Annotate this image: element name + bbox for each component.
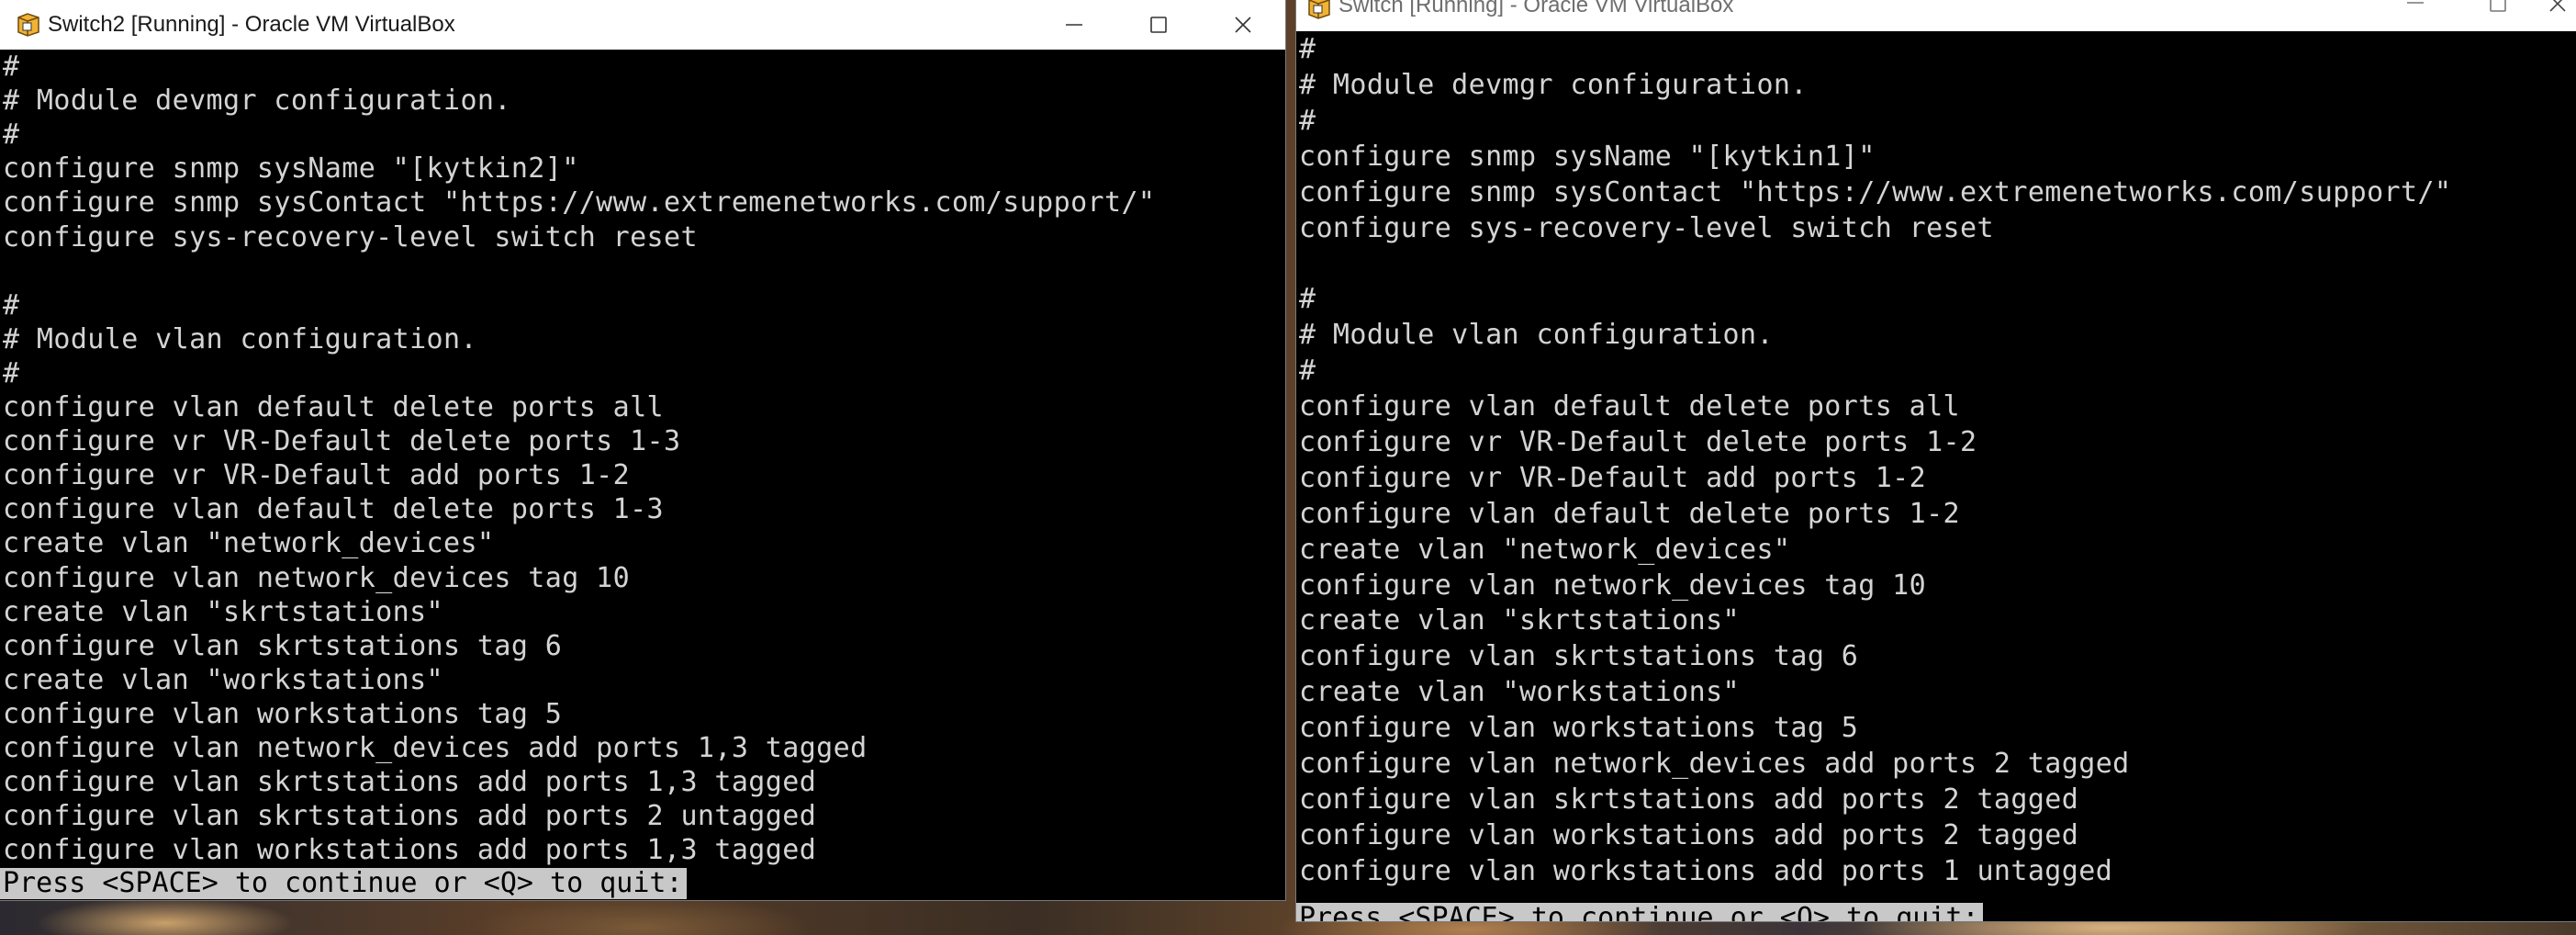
console-line: configure vlan workstations tag 5: [3, 697, 563, 730]
console-line: configure vlan workstations tag 5: [1299, 712, 1859, 745]
window-title: Switch2 [Running] - Oracle VM VirtualBox: [48, 12, 455, 37]
console-line: configure vr VR-Default add ports 1-2: [1299, 461, 1927, 494]
pager-prompt-text: Press <SPACE> to continue or <Q> to quit…: [3, 867, 683, 899]
minimize-icon: [2407, 2, 2424, 4]
console-line: configure vlan default delete ports all: [3, 391, 664, 423]
console-line: configure vlan default delete ports 1-2: [1299, 497, 1960, 530]
window-titlebar[interactable]: Switch [Running] - Oracle VM VirtualBox: [1296, 0, 2576, 31]
console-line: #: [3, 356, 20, 389]
window-controls: [2374, 0, 2576, 31]
window-controls: [1032, 0, 1285, 50]
console-line: configure snmp sysName "[kytkin2]": [3, 152, 579, 186]
virtualbox-icon: [1305, 0, 1333, 20]
console-line: #: [1299, 283, 1316, 316]
vm-window-switch[interactable]: Switch [Running] - Oracle VM VirtualBox …: [1296, 0, 2576, 921]
console-line: #: [3, 51, 20, 83]
vm-window-switch2[interactable]: Switch2 [Running] - Oracle VM VirtualBox…: [0, 0, 1285, 900]
console-line: create vlan "network_devices": [1299, 533, 1791, 566]
console-line: configure vr VR-Default delete ports 1-2: [1299, 425, 1977, 458]
console-line: configure vlan network_devices tag 10: [1299, 569, 1927, 602]
console-line: configure vlan workstations add ports 1 …: [1299, 854, 2113, 887]
vm-console-screen[interactable]: # # Module devmgr configuration. # configur…: [0, 50, 1285, 900]
pager-prompt-text: Press <SPACE> to continue or <Q> to quit…: [1299, 902, 1979, 922]
console-line: configure vr VR-Default add ports 1-2: [3, 459, 631, 492]
console-line: #: [3, 288, 20, 321]
console-line: create vlan "workstations": [3, 663, 443, 696]
console-line: #: [1299, 355, 1316, 388]
console-line: configure sys-recovery-level switch rese…: [1299, 211, 1994, 244]
console-line: #: [1299, 104, 1316, 137]
close-icon: [2549, 0, 2566, 12]
console-line: create vlan "workstations": [1299, 676, 1740, 709]
console-line: configure vlan network_devices add ports…: [3, 732, 868, 764]
virtualbox-icon: [15, 12, 42, 38]
console-line: configure vlan network_devices add ports…: [1299, 748, 2130, 780]
maximize-button[interactable]: [1116, 0, 1201, 50]
console-line: configure vlan skrtstations add ports 2 …: [1299, 783, 2079, 816]
minimize-icon: [1066, 24, 1082, 26]
console-line: #: [1299, 33, 1316, 65]
console-line: create vlan "skrtstations": [3, 595, 443, 628]
console-line: configure vlan skrtstations tag 6: [1299, 640, 1859, 673]
console-line: configure snmp sysContact "https://www.e…: [3, 186, 1156, 220]
console-line: configure snmp sysName "[kytkin1]": [1299, 140, 1876, 173]
window-title: Switch [Running] - Oracle VM VirtualBox: [1338, 0, 1734, 17]
minimize-button[interactable]: [2374, 0, 2457, 31]
close-icon: [1235, 17, 1251, 33]
console-line: configure sys-recovery-level switch rese…: [3, 220, 698, 253]
console-line: configure vlan network_devices tag 10: [3, 561, 631, 594]
console-line: configure vlan skrtstations add ports 2 …: [3, 800, 817, 833]
maximize-icon: [1150, 17, 1167, 33]
close-button[interactable]: [2539, 0, 2576, 31]
console-line: configure vr VR-Default delete ports 1-3: [3, 425, 681, 458]
maximize-icon: [2490, 0, 2506, 12]
window-titlebar[interactable]: Switch2 [Running] - Oracle VM VirtualBox: [0, 0, 1285, 50]
pager-prompt: Press <SPACE> to continue or <Q> to quit…: [0, 868, 687, 899]
console-line: # Module devmgr configuration.: [1299, 68, 1808, 101]
console-line: create vlan "skrtstations": [1299, 604, 1740, 637]
pager-prompt: Press <SPACE> to continue or <Q> to quit…: [1296, 903, 1983, 921]
console-line: configure snmp sysContact "https://www.e…: [1299, 175, 2452, 208]
console-line: configure vlan workstations add ports 2 …: [1299, 818, 2079, 851]
vm-console-screen[interactable]: # # Module devmgr configuration. # configur…: [1296, 31, 2576, 921]
console-line: #: [3, 118, 20, 152]
minimize-button[interactable]: [1032, 0, 1116, 50]
console-line: create vlan "network_devices": [3, 527, 495, 560]
close-button[interactable]: [1201, 0, 1285, 50]
console-line: configure vlan default delete ports 1-3: [3, 493, 664, 526]
console-line: # Module vlan configuration.: [1299, 319, 1774, 352]
console-line: configure vlan skrtstations add ports 1,…: [3, 766, 817, 799]
console-line: configure vlan skrtstations tag 6: [3, 629, 563, 662]
console-line: # Module vlan configuration.: [3, 322, 477, 355]
console-line: configure vlan default delete ports all: [1299, 390, 1960, 422]
maximize-button[interactable]: [2457, 0, 2539, 31]
console-line: # Module devmgr configuration.: [3, 84, 511, 118]
console-line: configure vlan workstations add ports 1,…: [3, 834, 817, 867]
